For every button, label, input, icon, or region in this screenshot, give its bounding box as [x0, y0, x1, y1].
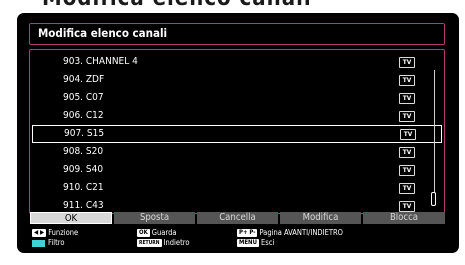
channel-row-selected[interactable]: 907. S15 TV — [32, 125, 442, 143]
channel-row[interactable]: 908. S20 TV — [32, 144, 442, 161]
channel-row[interactable]: 910. C21 TV — [32, 180, 442, 197]
modifica-button[interactable]: Modifica — [280, 212, 361, 224]
sposta-button[interactable]: Sposta — [114, 212, 195, 224]
blocca-button[interactable]: Blocca — [363, 212, 445, 224]
channel-name: 911. C43 — [63, 200, 104, 211]
page-key-icon: P+ P- — [237, 229, 258, 237]
channel-name: 909. S40 — [63, 164, 104, 175]
tv-osd-screen: Modifica elenco canali 903. CHANNEL 4 TV… — [17, 13, 459, 253]
channel-name: 910. C21 — [63, 182, 104, 193]
ok-key-icon: OK — [137, 229, 150, 237]
channel-name: 904. ZDF — [63, 74, 105, 85]
menu-key-icon: MENU — [237, 239, 259, 247]
tv-icon: TV — [399, 57, 415, 68]
help-exit: MENU Esci — [237, 238, 275, 247]
help-page: P+ P- Pagina AVANTI/INDIETRO — [237, 228, 343, 237]
menu-title-bar: Modifica elenco canali — [29, 23, 445, 45]
tv-icon: TV — [399, 183, 415, 194]
channel-name: 906. C12 — [63, 110, 104, 121]
channel-row[interactable]: 909. S40 TV — [32, 162, 442, 179]
ok-button[interactable]: OK — [30, 212, 112, 224]
help-watch: OK Guarda — [137, 228, 177, 237]
left-right-arrows-icon: ◀ ▶ — [32, 229, 47, 237]
return-key-icon: RETURN — [137, 239, 162, 247]
tv-icon: TV — [399, 75, 415, 86]
action-button-bar: OK Sposta Cancella Modifica Blocca — [29, 212, 445, 225]
cyan-key-icon — [32, 239, 45, 247]
tv-icon: TV — [399, 165, 415, 176]
menu-title: Modifica elenco canali — [38, 26, 168, 40]
tv-icon: TV — [399, 201, 415, 212]
channel-name: 908. S20 — [63, 146, 104, 157]
channel-row[interactable]: 903. CHANNEL 4 TV — [32, 54, 442, 71]
channel-name: 907. S15 — [64, 128, 105, 139]
tv-icon: TV — [399, 93, 415, 104]
tv-icon: TV — [399, 111, 415, 122]
tv-icon: TV — [400, 129, 416, 140]
help-legend: ◀ ▶ Funzione Filtro OK Guarda RETURN Indiet… — [32, 228, 442, 250]
channel-row[interactable]: 905. C07 TV — [32, 90, 442, 107]
cancella-button[interactable]: Cancella — [197, 212, 278, 224]
channel-name: 905. C07 — [63, 92, 104, 103]
help-function: ◀ ▶ Funzione — [32, 228, 79, 237]
cropped-title-fragment: Modifica elenco canali — [0, 0, 465, 14]
channel-list: 903. CHANNEL 4 TV 904. ZDF TV 905. C07 T… — [29, 49, 445, 214]
channel-name: 903. CHANNEL 4 — [63, 56, 138, 67]
scrollbar-thumb[interactable] — [431, 192, 436, 206]
channel-row[interactable]: 904. ZDF TV — [32, 72, 442, 89]
help-filter: Filtro — [32, 238, 64, 248]
scrollbar-track[interactable] — [434, 70, 435, 204]
channel-row[interactable]: 906. C12 TV — [32, 108, 442, 125]
tv-icon: TV — [399, 147, 415, 158]
help-back: RETURN Indietro — [137, 238, 190, 247]
